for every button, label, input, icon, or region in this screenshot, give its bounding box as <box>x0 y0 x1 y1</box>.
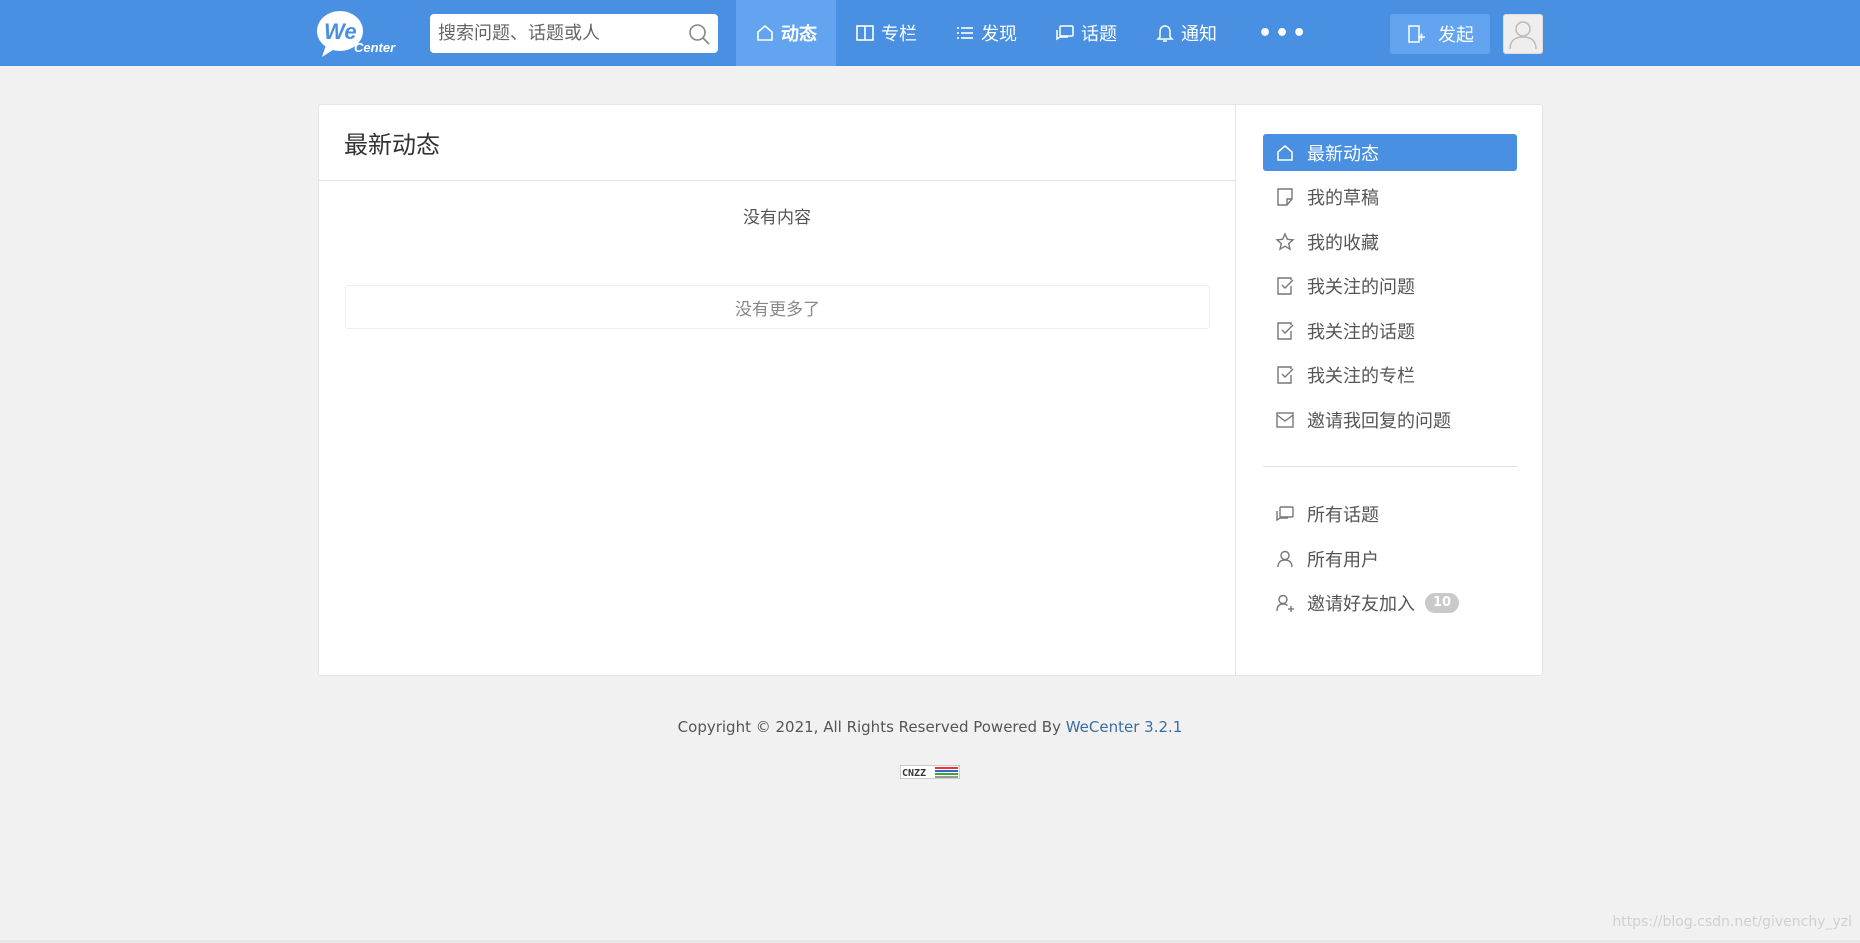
sidebar-item-followed-questions[interactable]: 我关注的问题 <box>1263 267 1517 304</box>
nav-column-label: 专栏 <box>881 24 917 45</box>
sidebar-item-all-topics[interactable]: 所有话题 <box>1263 495 1517 532</box>
more-menu-button[interactable]: ••• <box>1236 0 1331 66</box>
sidebar-item-label: 所有话题 <box>1307 504 1379 526</box>
search-icon[interactable] <box>688 23 710 45</box>
sidebar-item-all-users[interactable]: 所有用户 <box>1263 540 1517 577</box>
user-icon <box>1277 550 1293 567</box>
page-title: 最新动态 <box>319 105 1235 181</box>
sidebar-item-label: 我关注的专栏 <box>1307 365 1415 387</box>
top-header: We Center 动态 专栏 发现 话题 通知 <box>0 0 1860 66</box>
main-feed: 最新动态 没有内容 没有更多了 <box>319 105 1236 675</box>
nav-discover-label: 发现 <box>981 24 1017 45</box>
nav-dynamic-label: 动态 <box>781 24 817 45</box>
invite-count-badge: 10 <box>1425 592 1460 613</box>
check-doc-icon <box>1277 276 1294 295</box>
no-more-text: 没有更多了 <box>735 299 820 320</box>
sidebar-item-label: 最新动态 <box>1307 143 1379 165</box>
more-dots-icon: ••• <box>1258 20 1310 46</box>
nav-topic-label: 话题 <box>1081 24 1117 45</box>
sidebar-divider <box>1263 466 1517 467</box>
sidebar-item-followed-topics[interactable]: 我关注的话题 <box>1263 312 1517 349</box>
logo-we: We <box>324 19 357 44</box>
sidebar-item-latest[interactable]: 最新动态 <box>1263 134 1517 171</box>
sidebar-item-label: 我关注的问题 <box>1307 276 1415 298</box>
chat-icon <box>1276 505 1294 521</box>
add-user-icon <box>1276 594 1294 612</box>
sidebar-item-label: 所有用户 <box>1307 549 1379 571</box>
search-input[interactable] <box>430 14 670 53</box>
sidebar-item-favorites[interactable]: 我的收藏 <box>1263 223 1517 260</box>
sidebar-item-label: 我的收藏 <box>1307 232 1379 254</box>
nav-notice-label: 通知 <box>1181 24 1217 45</box>
nav-topic[interactable]: 话题 <box>1036 0 1136 66</box>
search-box <box>430 14 718 53</box>
sidebar-item-label: 我的草稿 <box>1307 187 1379 209</box>
sidebar: 最新动态 我的草稿 我的收藏 我关注的问题 我关注的话题 我关注的专栏 邀请我回… <box>1237 105 1542 675</box>
content-card: 最新动态 没有内容 没有更多了 最新动态 我的草稿 我的收藏 我关注的问题 我关… <box>318 104 1543 676</box>
copyright-text: Copyright © 2021, All Rights Reserved Po… <box>677 718 1066 736</box>
draft-icon <box>1277 187 1293 206</box>
mail-icon <box>1276 411 1294 428</box>
load-more-button[interactable]: 没有更多了 <box>345 285 1210 329</box>
sidebar-item-followed-columns[interactable]: 我关注的专栏 <box>1263 356 1517 393</box>
nav-dynamic[interactable]: 动态 <box>736 0 836 66</box>
wecenter-link[interactable]: WeCenter 3.2.1 <box>1066 718 1183 736</box>
publish-label: 发起 <box>1438 25 1474 46</box>
wecenter-logo[interactable]: We Center <box>316 9 398 59</box>
sidebar-item-label: 我关注的话题 <box>1307 321 1415 343</box>
nav-discover[interactable]: 发现 <box>936 0 1036 66</box>
home-icon <box>1277 144 1293 161</box>
home-icon <box>757 24 773 41</box>
check-doc-icon <box>1277 321 1294 340</box>
sidebar-item-invite-friends[interactable]: 邀请好友加入 10 <box>1263 584 1517 621</box>
sidebar-item-drafts[interactable]: 我的草稿 <box>1263 178 1517 215</box>
check-doc-icon <box>1277 365 1294 384</box>
column-icon <box>856 25 874 41</box>
cnzz-badge[interactable]: CNZZ <box>899 764 961 780</box>
chat-icon <box>1056 25 1074 41</box>
main-nav: 动态 专栏 发现 话题 通知 ••• <box>736 0 1331 66</box>
nav-notice[interactable]: 通知 <box>1136 0 1236 66</box>
footer: Copyright © 2021, All Rights Reserved Po… <box>0 718 1860 736</box>
bell-icon <box>1156 25 1174 42</box>
sidebar-item-label: 邀请我回复的问题 <box>1307 410 1451 432</box>
list-icon <box>957 27 973 39</box>
watermark-text: https://blog.csdn.net/givenchy_yzl <box>1612 914 1852 930</box>
user-avatar-icon <box>1509 21 1537 50</box>
cnzz-text: CNZZ <box>902 768 926 779</box>
publish-button[interactable]: 发起 <box>1390 14 1490 54</box>
avatar[interactable] <box>1503 14 1543 54</box>
empty-content-text: 没有内容 <box>743 208 811 228</box>
sidebar-item-invited-questions[interactable]: 邀请我回复的问题 <box>1263 401 1517 438</box>
new-doc-icon <box>1408 25 1425 43</box>
sidebar-item-label: 邀请好友加入 <box>1307 593 1415 615</box>
nav-column[interactable]: 专栏 <box>836 0 936 66</box>
logo-center: Center <box>354 40 396 55</box>
star-icon <box>1275 231 1295 251</box>
